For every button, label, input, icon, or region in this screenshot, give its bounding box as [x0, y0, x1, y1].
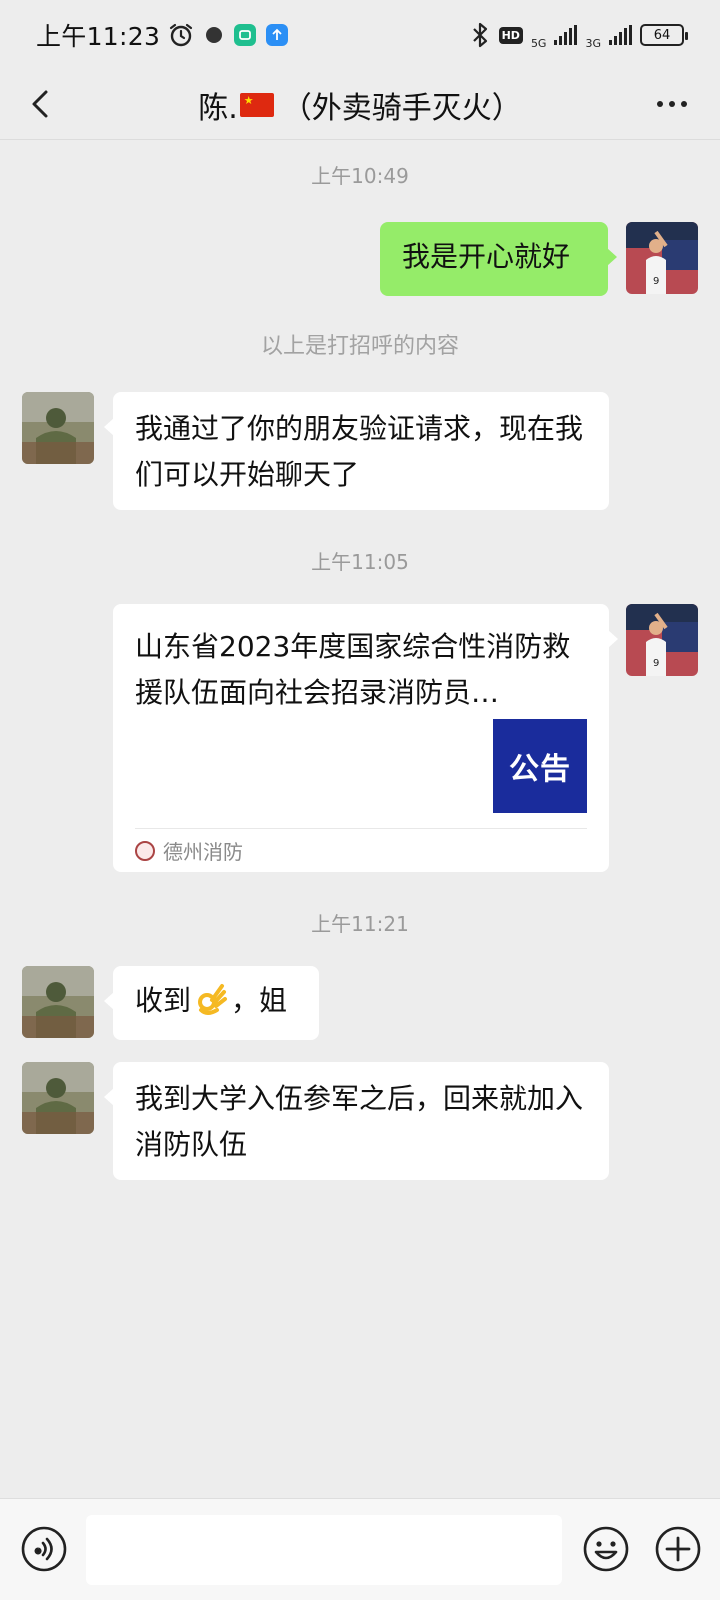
- my-avatar[interactable]: 9: [626, 604, 698, 676]
- chat-header: 陈. （外卖骑手灭火）: [0, 70, 720, 140]
- contact-avatar[interactable]: [22, 1062, 94, 1134]
- network-label-3g: 3G: [585, 36, 601, 50]
- svg-text:9: 9: [653, 658, 659, 669]
- battery-icon: 64: [640, 24, 688, 46]
- upload-icon: [266, 24, 289, 46]
- signal-icon: [609, 25, 632, 45]
- contact-avatar[interactable]: [22, 392, 94, 464]
- contact-message-bubble[interactable]: 我到大学入伍参军之后，回来就加入消防队伍: [104, 1062, 609, 1180]
- emoji-icon: [583, 1526, 629, 1572]
- back-button[interactable]: [22, 84, 62, 124]
- status-system-icons: HD 5G 3G 64: [469, 21, 688, 50]
- message-text: 我通过了你的朋友验证请求，现在我们可以开始聊天了: [135, 412, 584, 491]
- status-notification-icons: [168, 22, 289, 48]
- dot-icon: [204, 25, 224, 45]
- alarm-icon: [168, 22, 194, 48]
- china-flag-icon: [239, 92, 274, 117]
- contact-message-bubble[interactable]: 收到 ，姐: [104, 966, 319, 1040]
- ok-hand-emoji: [198, 984, 228, 1015]
- chat-title: 陈. （外卖骑手灭火）: [198, 83, 522, 127]
- thumbnail-text: 公告: [509, 752, 571, 787]
- network-label-5g: 5G: [530, 36, 547, 50]
- contact-avatar[interactable]: [22, 966, 94, 1038]
- card-thumbnail: 公告: [493, 719, 587, 813]
- contact-subtitle: （外卖骑手灭火）: [281, 90, 522, 126]
- message-text: 收到: [135, 984, 192, 1017]
- my-avatar[interactable]: 9: [626, 222, 698, 294]
- signal-icon: [554, 25, 578, 45]
- battery-level: 64: [653, 27, 671, 43]
- system-note: 以上是打招呼的内容: [260, 334, 459, 359]
- article-card[interactable]: 山东省2023年度国家综合性消防救援队伍面向社会招录消防员… 公告 德州消防: [113, 604, 618, 872]
- more-actions-button[interactable]: [654, 1525, 702, 1573]
- voice-button[interactable]: [20, 1525, 68, 1573]
- app-icon: [234, 24, 257, 46]
- source-logo-icon: [135, 840, 155, 861]
- status-time: 上午11:23: [36, 22, 161, 51]
- hd-badge: HD: [498, 26, 523, 44]
- contact-message-bubble[interactable]: 我通过了你的朋友验证请求，现在我们可以开始聊天了: [104, 392, 609, 510]
- status-bar: 上午11:23 HD 5G 3G 64: [0, 0, 720, 70]
- timestamp: 上午11:05: [311, 550, 409, 574]
- message-text: 我到大学入伍参军之后，回来就加入消防队伍: [135, 1082, 584, 1161]
- back-icon: [32, 90, 48, 118]
- svg-text:9: 9: [653, 276, 659, 287]
- my-message-bubble[interactable]: 我是开心就好: [380, 222, 617, 296]
- card-source: 德州消防: [163, 840, 243, 864]
- plus-icon: [655, 1526, 701, 1572]
- message-input[interactable]: [86, 1515, 562, 1585]
- more-icon: [657, 101, 663, 107]
- timestamp: 上午10:49: [311, 164, 409, 188]
- more-button[interactable]: [650, 84, 694, 124]
- card-footer: 德州消防: [135, 828, 587, 872]
- voice-icon: [21, 1526, 67, 1572]
- message-text: 我是开心就好: [402, 240, 571, 273]
- message-text: ，姐: [231, 984, 288, 1017]
- contact-name: 陈.: [198, 90, 238, 126]
- timestamp: 上午11:21: [311, 912, 409, 936]
- bluetooth-icon: [469, 22, 491, 48]
- input-bar: [0, 1498, 720, 1600]
- emoji-button[interactable]: [582, 1525, 630, 1573]
- card-title: 山东省2023年度国家综合性消防救援队伍面向社会招录消防员…: [135, 630, 571, 709]
